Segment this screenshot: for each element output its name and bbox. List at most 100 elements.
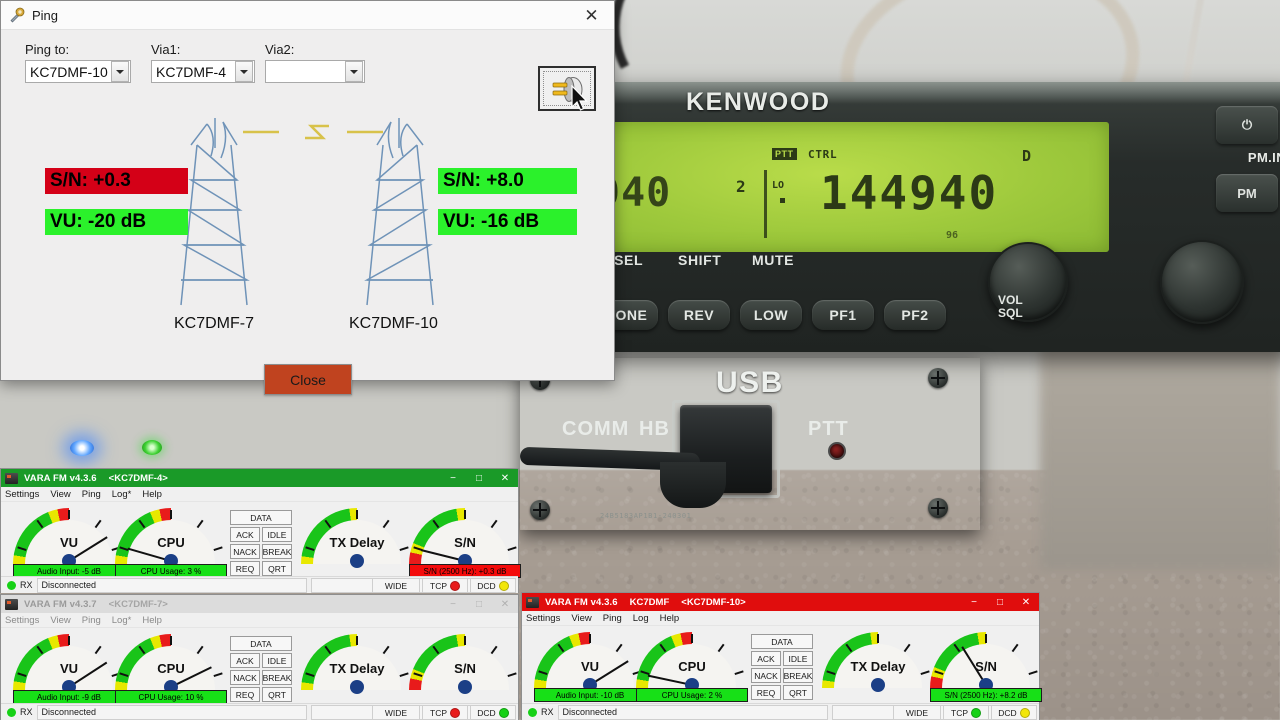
- lcd-main-frequency: 144940: [820, 166, 999, 220]
- dcd-indicator: DCD: [470, 705, 516, 720]
- tcp-led: [450, 580, 460, 591]
- ping-dialog[interactable]: Ping ✕ Ping to: KC7DMF-10 Via1: KC7DMF-4: [0, 0, 615, 395]
- indicator-ack[interactable]: ACK: [230, 527, 260, 542]
- radio-key-rev[interactable]: REV: [668, 300, 730, 330]
- rx-led: [528, 707, 537, 717]
- minimize-icon[interactable]: −: [440, 595, 466, 613]
- menu-item-view[interactable]: View: [571, 613, 591, 624]
- indicator-nack[interactable]: NACK: [230, 670, 260, 685]
- kenwood-radio: KENWOOD 940 2 PTT CTRL D LO 144940 96 ⏻ …: [594, 82, 1280, 352]
- indicator-data[interactable]: DATA: [751, 634, 813, 649]
- radio-sql-knob[interactable]: [1160, 240, 1244, 324]
- window-titlebar[interactable]: VARA FM v4.3.6 KC7DMF <KC7DMF-10> − □ ✕: [522, 593, 1039, 611]
- maximize-icon[interactable]: □: [466, 469, 492, 487]
- close-icon[interactable]: ✕: [1013, 593, 1039, 611]
- gauge-label: S/N: [454, 661, 476, 676]
- gauge-label: VU: [59, 661, 79, 676]
- indicator-idle[interactable]: IDLE: [783, 651, 813, 666]
- vara-kc7dmf-4[interactable]: VARA FM v4.3.6 <KC7DMF-4> − □ ✕ Settings View P…: [0, 468, 521, 593]
- vara-kc7dmf-10[interactable]: VARA FM v4.3.6 KC7DMF <KC7DMF-10> − □ ✕ Settin…: [521, 592, 1042, 720]
- menu-item-view[interactable]: View: [50, 615, 70, 626]
- gauges-panel: VU Audio Input: -9 dB CPU CPU Usage: 10 % TX…: [1, 628, 521, 704]
- chevron-down-icon[interactable]: [345, 61, 363, 82]
- menu-item-settings[interactable]: Settings: [526, 613, 560, 624]
- indicator-idle[interactable]: IDLE: [262, 527, 292, 542]
- menu-item-ping[interactable]: Ping: [82, 615, 101, 626]
- menu-item-ping[interactable]: Ping: [603, 613, 622, 624]
- close-icon[interactable]: ✕: [492, 469, 518, 487]
- close-icon[interactable]: ✕: [492, 595, 518, 613]
- gauge-label: VU: [59, 535, 79, 550]
- tcp-indicator: TCP: [422, 705, 468, 720]
- radio-lcd-display: 940 2 PTT CTRL D LO 144940 96: [594, 122, 1109, 252]
- status-right-group: WIDE TCP DCD: [370, 578, 516, 593]
- radio-key-pf1[interactable]: PF1: [812, 300, 874, 330]
- menu-item-help[interactable]: Help: [142, 489, 162, 500]
- indicator-nack[interactable]: NACK: [230, 544, 260, 559]
- right-station-vu: VU: -16 dB: [438, 209, 577, 235]
- indicator-qrt[interactable]: QRT: [262, 561, 292, 576]
- window-titlebar[interactable]: VARA FM v4.3.7 <KC7DMF-7> − □ ✕: [1, 595, 518, 613]
- menu-item-view[interactable]: View: [50, 489, 70, 500]
- menu-item-help[interactable]: Help: [660, 613, 680, 624]
- via2-combobox[interactable]: [265, 60, 365, 83]
- radio-power-button[interactable]: ⏻: [1216, 106, 1278, 144]
- indicator-req[interactable]: REQ: [751, 685, 781, 700]
- gauges-panel: VU Audio Input: -5 dB CPU CPU Usage: 3 % TX …: [1, 502, 521, 578]
- indicator-req[interactable]: REQ: [230, 561, 260, 576]
- maximize-icon[interactable]: □: [987, 593, 1013, 611]
- rx-label: RX: [541, 707, 554, 717]
- lcd-divider: [764, 170, 767, 238]
- indicator-idle[interactable]: IDLE: [262, 653, 292, 668]
- menu-item-log[interactable]: Log: [633, 613, 649, 624]
- menu-item-settings[interactable]: Settings: [5, 615, 39, 626]
- gauge-tick: [68, 636, 70, 645]
- menu-bar[interactable]: Settings View Ping Log Help: [522, 611, 1039, 626]
- ping-close-icon[interactable]: ✕: [569, 1, 614, 30]
- indicator-nack[interactable]: NACK: [751, 668, 781, 683]
- indicator-qrt[interactable]: QRT: [783, 685, 813, 700]
- indicator-ack[interactable]: ACK: [230, 653, 260, 668]
- indicator-data[interactable]: DATA: [230, 510, 292, 525]
- menu-item-settings[interactable]: Settings: [5, 489, 39, 500]
- ping-to-combobox[interactable]: KC7DMF-10: [25, 60, 131, 83]
- minimize-icon[interactable]: −: [961, 593, 987, 611]
- menu-item-log[interactable]: Log*: [112, 615, 132, 626]
- chevron-down-icon[interactable]: [111, 61, 129, 82]
- radio-key-pf2[interactable]: PF2: [884, 300, 946, 330]
- lcd-channel-number: 2: [736, 177, 746, 196]
- via1-combobox[interactable]: KC7DMF-4: [151, 60, 255, 83]
- gauge-tick: [356, 510, 358, 519]
- indicator-data[interactable]: DATA: [230, 636, 292, 651]
- vara-kc7dmf-7[interactable]: VARA FM v4.3.7 <KC7DMF-7> − □ ✕ Settings View P…: [0, 594, 521, 720]
- radio-pm-button[interactable]: PM: [1216, 174, 1278, 212]
- usb-port-label: USB: [716, 366, 784, 399]
- gauge-vu: VU Audio Input: -10 dB: [534, 632, 646, 702]
- gauge-tick: [691, 634, 693, 643]
- rx-led: [7, 707, 16, 717]
- ping-dialog-titlebar[interactable]: Ping ✕: [1, 1, 614, 30]
- window-titlebar[interactable]: VARA FM v4.3.6 <KC7DMF-4> − □ ✕: [1, 469, 518, 487]
- menu-bar[interactable]: Settings View Ping Log* Help: [1, 613, 518, 628]
- chevron-down-icon[interactable]: [235, 61, 253, 82]
- indicator-qrt[interactable]: QRT: [262, 687, 292, 702]
- menu-item-log[interactable]: Log*: [112, 489, 132, 500]
- indicator-ack[interactable]: ACK: [751, 651, 781, 666]
- rx-label: RX: [20, 707, 33, 717]
- close-button[interactable]: Close: [264, 364, 352, 395]
- mouse-cursor: [571, 84, 589, 111]
- indicator-break[interactable]: BREAK: [262, 670, 292, 685]
- indicator-break[interactable]: BREAK: [262, 544, 292, 559]
- indicator-break[interactable]: BREAK: [783, 668, 813, 683]
- radio-key-low[interactable]: LOW: [740, 300, 802, 330]
- usb-box-screw: [928, 368, 948, 388]
- gauge-label: VU: [580, 659, 600, 674]
- menu-item-ping[interactable]: Ping: [82, 489, 101, 500]
- maximize-icon[interactable]: □: [466, 595, 492, 613]
- menu-bar[interactable]: Settings View Ping Log* Help: [1, 487, 518, 502]
- usb-box-screw: [928, 498, 948, 518]
- menu-item-help[interactable]: Help: [142, 615, 162, 626]
- indicator-req[interactable]: REQ: [230, 687, 260, 702]
- minimize-icon[interactable]: −: [440, 469, 466, 487]
- window-controls: − □ ✕: [961, 593, 1039, 611]
